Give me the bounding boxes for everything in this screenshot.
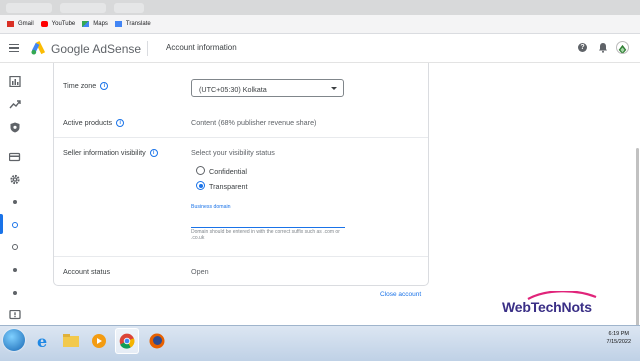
clock-date: 7/15/2022 bbox=[606, 339, 631, 345]
menu-icon[interactable] bbox=[9, 44, 19, 53]
info-icon[interactable]: i bbox=[100, 82, 109, 91]
business-domain-label: Business domain bbox=[191, 204, 231, 210]
timezone-select[interactable]: (UTC+05:30) Kolkata bbox=[191, 79, 344, 97]
timezone-value: (UTC+05:30) Kolkata bbox=[199, 85, 267, 94]
radio-transparent-label[interactable]: Transparent bbox=[209, 182, 248, 191]
radio-confidential-label[interactable]: Confidential bbox=[209, 167, 247, 176]
payments-icon[interactable] bbox=[9, 152, 21, 163]
nav-dot[interactable] bbox=[13, 200, 17, 204]
shield-icon[interactable] bbox=[9, 122, 21, 133]
info-icon[interactable]: i bbox=[149, 149, 158, 158]
chrome-icon bbox=[119, 333, 135, 349]
visibility-prompt: Select your visibility status bbox=[191, 148, 275, 157]
timezone-label: Time zone i bbox=[63, 81, 109, 91]
help-icon[interactable]: ? bbox=[578, 43, 587, 52]
bookmark-translate[interactable]: Translate bbox=[114, 21, 151, 27]
system-clock[interactable]: 6:19 PM 7/15/2022 bbox=[607, 330, 631, 346]
firefox-icon bbox=[149, 333, 165, 349]
divider bbox=[54, 137, 428, 138]
ie-taskbar-button[interactable]: e bbox=[31, 328, 55, 354]
firefox-taskbar-button[interactable] bbox=[145, 328, 169, 354]
business-domain-hint: Domain should be entered in with the cor… bbox=[191, 229, 340, 241]
trending-icon[interactable] bbox=[9, 99, 21, 110]
left-nav-rail bbox=[0, 63, 30, 325]
media-taskbar-button[interactable] bbox=[87, 328, 111, 354]
divider bbox=[54, 256, 428, 257]
internet-explorer-icon: e bbox=[37, 332, 47, 351]
feedback-icon[interactable] bbox=[9, 310, 21, 321]
avatar-image bbox=[618, 44, 627, 53]
close-account-link[interactable]: Close account bbox=[380, 291, 421, 298]
nav-dot[interactable] bbox=[13, 268, 17, 272]
bookmark-youtube[interactable]: YouTube bbox=[40, 21, 76, 27]
page-title: Account information bbox=[166, 43, 237, 52]
page-scrollbar[interactable] bbox=[636, 148, 639, 328]
start-button[interactable] bbox=[3, 329, 25, 351]
chrome-taskbar-button[interactable] bbox=[115, 328, 139, 354]
account-status-value: Open bbox=[191, 267, 209, 276]
gear-icon[interactable] bbox=[9, 174, 21, 185]
business-domain-input[interactable] bbox=[191, 213, 345, 228]
browser-tab[interactable] bbox=[6, 3, 52, 13]
gmail-icon bbox=[7, 21, 14, 27]
bookmark-label: Translate bbox=[125, 21, 151, 27]
youtube-icon bbox=[40, 21, 48, 27]
avatar[interactable] bbox=[616, 41, 629, 54]
browser-tab-strip bbox=[0, 0, 640, 15]
browser-tab[interactable] bbox=[114, 3, 144, 13]
radio-confidential[interactable] bbox=[196, 166, 205, 175]
info-icon[interactable]: i bbox=[116, 119, 125, 128]
active-products-value: Content (68% publisher revenue share) bbox=[191, 118, 317, 127]
app-header: Google AdSense Account information ? bbox=[0, 34, 640, 63]
brand-name[interactable]: Google AdSense bbox=[51, 42, 141, 56]
maps-icon bbox=[82, 21, 90, 27]
account-status-label: Account status bbox=[63, 267, 111, 276]
seller-visibility-label: Seller information visibility i bbox=[63, 148, 158, 158]
chevron-down-icon bbox=[331, 87, 337, 90]
svg-text:e: e bbox=[37, 332, 47, 351]
folder-icon bbox=[63, 334, 79, 347]
adsense-logo-icon bbox=[31, 40, 46, 55]
webtechnots-watermark: WebTechNots bbox=[502, 291, 620, 323]
bookmark-label: Maps bbox=[93, 21, 108, 27]
watermark-text: WebTechNots bbox=[502, 299, 592, 315]
reports-icon[interactable] bbox=[9, 76, 21, 87]
translate-icon bbox=[114, 21, 122, 27]
bookmark-maps[interactable]: Maps bbox=[82, 21, 108, 27]
header-divider bbox=[147, 41, 148, 56]
clock-time: 6:19 PM bbox=[608, 331, 629, 337]
nav-dot[interactable] bbox=[13, 291, 17, 295]
bookmark-label: YouTube bbox=[51, 21, 76, 27]
bell-icon[interactable] bbox=[598, 42, 608, 53]
active-nav-indicator bbox=[0, 214, 3, 234]
nav-ring[interactable] bbox=[12, 244, 18, 250]
bookmark-label: Gmail bbox=[18, 21, 34, 27]
browser-tab[interactable] bbox=[60, 3, 106, 13]
account-info-card: Time zone i (UTC+05:30) Kolkata Active pr… bbox=[53, 63, 429, 286]
taskbar: e 6:19 PM 7/15/2022 bbox=[0, 325, 640, 361]
bookmarks-bar: Gmail YouTube Maps Translate bbox=[0, 15, 640, 34]
media-player-icon bbox=[92, 334, 106, 348]
explorer-taskbar-button[interactable] bbox=[59, 328, 83, 354]
radio-transparent[interactable] bbox=[196, 181, 205, 190]
nav-ring-active[interactable] bbox=[12, 222, 18, 228]
bookmark-gmail[interactable]: Gmail bbox=[7, 21, 34, 27]
active-products-label: Active products i bbox=[63, 118, 125, 128]
